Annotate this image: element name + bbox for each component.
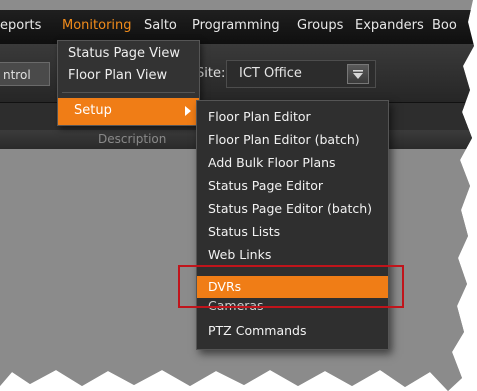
menu-reports[interactable]: eports [0, 18, 41, 33]
application-window: eports Monitoring Salto Programming Grou… [0, 0, 474, 391]
site-value: ICT Office [239, 66, 302, 81]
chevron-down-icon [353, 70, 363, 79]
menu-separator [62, 92, 195, 93]
menu-item-status-page-editor[interactable]: Status Page Editor [208, 178, 323, 193]
annotation-highlight-box [178, 265, 404, 308]
description-header-label: Description [98, 132, 167, 146]
site-select[interactable]: ICT Office [226, 60, 376, 88]
menu-item-status-page-editor-batch[interactable]: Status Page Editor (batch) [208, 201, 372, 216]
menu-item-floor-plan-editor[interactable]: Floor Plan Editor [208, 109, 311, 124]
monitoring-dropdown-menu: Status Page View Floor Plan View Setup [57, 40, 200, 126]
menu-bar: eports Monitoring Salto Programming Grou… [0, 10, 474, 44]
menu-item-floor-plan-editor-batch[interactable]: Floor Plan Editor (batch) [208, 132, 360, 147]
menu-groups[interactable]: Groups [297, 18, 343, 33]
menu-item-status-page-view[interactable]: Status Page View [68, 46, 180, 61]
submenu-arrow-icon [185, 106, 191, 116]
setup-submenu: Floor Plan Editor Floor Plan Editor (bat… [196, 100, 389, 350]
site-label: Site: [196, 66, 226, 81]
setup-label: Setup [74, 103, 112, 118]
menu-item-add-bulk-floor-plans[interactable]: Add Bulk Floor Plans [208, 155, 336, 170]
menu-programming[interactable]: Programming [192, 18, 280, 33]
control-selector[interactable]: ntrol [0, 62, 50, 86]
menu-expanders[interactable]: Expanders [355, 18, 424, 33]
menu-item-floor-plan-view[interactable]: Floor Plan View [68, 68, 167, 83]
menu-item-web-links[interactable]: Web Links [208, 247, 271, 262]
site-dropdown-button[interactable] [347, 64, 369, 84]
menu-item-ptz-commands[interactable]: PTZ Commands [208, 323, 306, 338]
menu-item-status-lists[interactable]: Status Lists [208, 224, 280, 239]
menu-salto[interactable]: Salto [144, 18, 177, 33]
menu-item-setup[interactable]: Setup [58, 98, 199, 125]
screenshot-canvas: eports Monitoring Salto Programming Grou… [0, 0, 477, 391]
menu-monitoring[interactable]: Monitoring [62, 18, 132, 33]
menu-books[interactable]: Boo [432, 18, 457, 33]
